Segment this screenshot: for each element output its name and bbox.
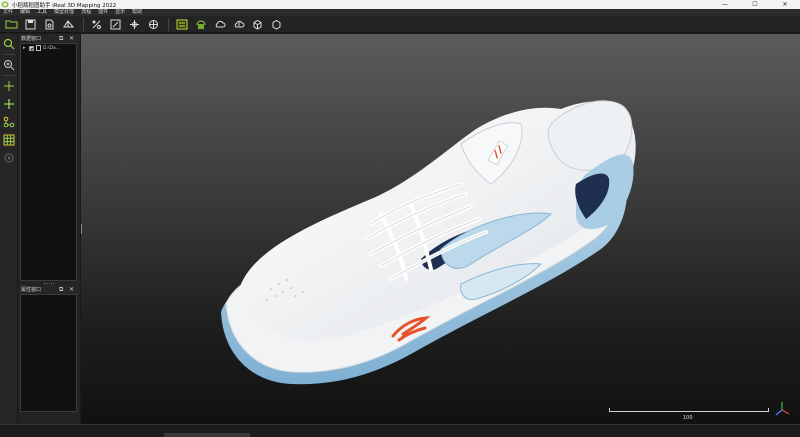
cube-icon[interactable] [268,17,285,32]
cloud-icon[interactable] [211,17,228,32]
menu-help[interactable]: 帮助 [132,9,142,16]
axis-move-icon[interactable] [126,17,143,32]
panel-close-icon[interactable]: ✕ [69,286,74,293]
menu-tools[interactable]: 工具 [37,9,47,16]
panel-float-icon[interactable]: ⧉ [59,286,63,293]
title-bar: 小稻瓶稻图助手 iReal 3D Mapping 2022 — ☐ ✕ [0,0,800,9]
axis-gizmo-icon [775,402,790,416]
menu-process[interactable]: 流程 [81,9,91,16]
cube-edit-icon[interactable] [249,17,266,32]
grid-icon[interactable] [1,132,17,147]
panel-float-icon[interactable]: ⧉ [59,35,63,42]
tree-item-label: D:\Da... [43,45,61,51]
shoe-model[interactable] [81,34,800,424]
tree-checkbox[interactable] [29,45,34,51]
tree-item[interactable]: ▸ D:\Da... [21,44,76,52]
measure-icon[interactable] [107,17,124,32]
scale-line [609,408,769,412]
main-toolbar [0,16,800,33]
property-panel-header: 属性窗口 ⧉ ✕ [18,285,80,294]
data-panel-header: 数据窗口 ⧉ ✕ [18,34,80,43]
window-title: 小稻瓶稻图助手 iReal 3D Mapping 2022 [12,2,117,9]
toolbar-separator [168,17,169,31]
new-document-icon[interactable] [41,17,58,32]
tool-separator [3,54,15,55]
menu-file[interactable]: 文件 [3,9,13,16]
menu-edit[interactable]: 编辑 [20,9,30,16]
point-pick-icon[interactable] [88,17,105,32]
side-panels: 数据窗口 ⧉ ✕ ▸ D:\Da... 属性窗口 ⧉ ✕ [18,34,80,424]
mesh-fill-icon[interactable] [192,17,209,32]
scale-label: 100 [683,415,693,421]
target-icon[interactable] [1,150,17,165]
cloud-sync-icon[interactable] [230,17,247,32]
window-controls: — ☐ ✕ [710,0,800,9]
search-icon[interactable] [1,36,17,51]
save-icon[interactable] [22,17,39,32]
close-button[interactable]: ✕ [770,0,800,9]
menu-plugins[interactable]: 插件 [98,9,108,16]
maximize-button[interactable]: ☐ [740,0,770,9]
status-progress [164,433,250,437]
tool-separator [3,75,15,76]
menu-view[interactable]: 显示 [115,9,125,16]
panel-close-icon[interactable]: ✕ [69,35,74,42]
data-panel-body: ▸ D:\Da... [20,43,77,281]
zoom-region-icon[interactable] [1,57,17,72]
status-bar [0,424,800,437]
left-tool-strip [0,34,18,424]
menu-bar: 文件 编辑 工具 模型处理 流程 插件 显示 帮助 [0,9,800,16]
app-window: 小稻瓶稻图助手 iReal 3D Mapping 2022 — ☐ ✕ 文件 编… [0,0,800,437]
menu-model[interactable]: 模型处理 [54,9,74,16]
crosshair-move-icon[interactable] [1,96,17,111]
crosshair-icon[interactable] [1,78,17,93]
minimize-button[interactable]: — [710,0,740,9]
transform-icon[interactable] [60,17,77,32]
scale-bar: 100 [609,408,769,421]
open-folder-icon[interactable] [3,17,20,32]
toolbar-separator [83,17,84,31]
data-panel-title: 数据窗口 [21,36,42,42]
file-icon [36,45,41,51]
property-panel-body [20,294,77,412]
mesh-green-icon[interactable] [173,17,190,32]
property-panel-title: 属性窗口 [21,287,42,293]
app-logo-icon [1,1,9,8]
connect-nodes-icon[interactable] [1,114,17,129]
3d-viewport[interactable]: 100 [80,34,800,424]
rotate-icon[interactable] [145,17,162,32]
